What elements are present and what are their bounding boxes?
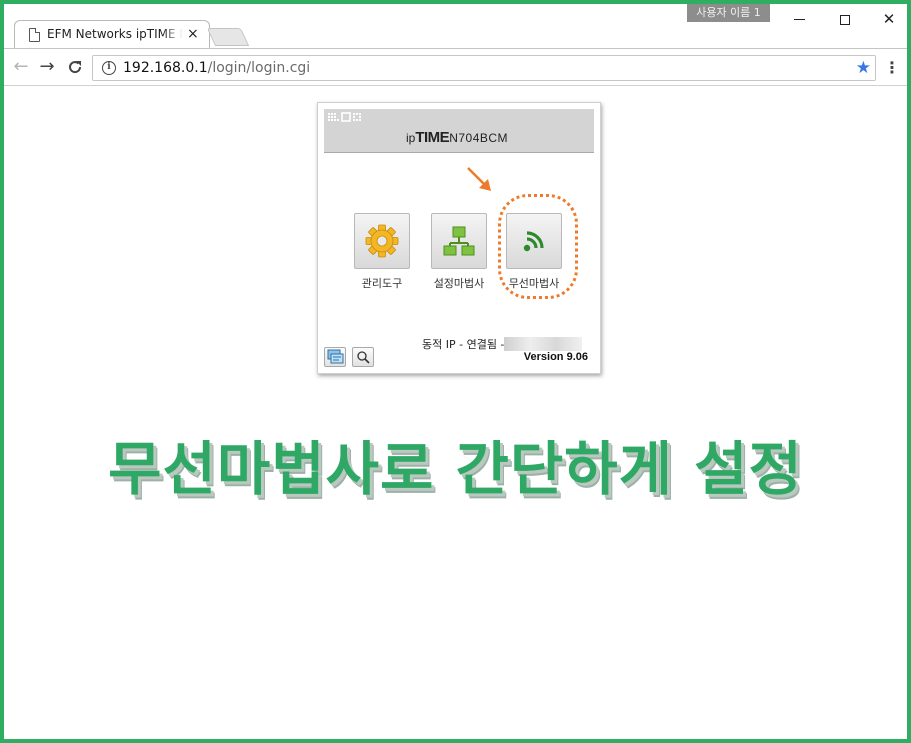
- url-text: 192.168.0.1/login/login.cgi: [123, 60, 310, 76]
- forward-button[interactable]: →: [36, 56, 58, 78]
- browser-tabstrip: EFM Networks ipTIME N704BCM × 사용자 이름 1 ✕: [4, 4, 907, 49]
- gear-icon: [365, 224, 399, 258]
- search-icon: [357, 351, 370, 364]
- router-logo-icon: [328, 112, 361, 122]
- network-icon: [443, 226, 475, 256]
- url-path: /login/login.cgi: [207, 60, 311, 76]
- chat-icon: [327, 349, 344, 364]
- browser-toolbar: ← → i 192.168.0.1/login/login.cgi ★ ⋮: [4, 48, 907, 86]
- browser-menu-button[interactable]: ⋮: [884, 58, 900, 78]
- tab-title: EFM Networks ipTIME N704BCM: [47, 27, 183, 41]
- firmware-version: Version 9.06: [523, 351, 588, 363]
- connection-status: 동적 IP - 연결됨 -: [422, 336, 583, 352]
- setup-wizard-button[interactable]: [431, 213, 487, 269]
- minimize-icon: [793, 19, 805, 20]
- pointer-arrow-icon: [467, 167, 491, 191]
- brand-model: N704BCM: [449, 131, 509, 145]
- tab-close-icon[interactable]: ×: [187, 25, 199, 43]
- back-button[interactable]: ←: [10, 56, 32, 78]
- headline-text: 무선마법사로 간단하게 설정: [107, 434, 803, 504]
- search-button[interactable]: [352, 347, 374, 367]
- reload-icon: [69, 61, 82, 74]
- router-banner: ipTIMEN704BCM: [324, 109, 594, 153]
- connection-status-text: 동적 IP - 연결됨 -: [422, 338, 505, 351]
- screenshot-frame: EFM Networks ipTIME N704BCM × 사용자 이름 1 ✕…: [0, 0, 911, 743]
- new-tab-button[interactable]: [206, 28, 250, 46]
- document-icon: [29, 28, 40, 42]
- url-host: 192.168.0.1: [123, 60, 208, 76]
- setup-wizard-label[interactable]: 설정마법사: [419, 275, 499, 291]
- bookmark-star-icon[interactable]: ★: [856, 58, 871, 78]
- window-close-button[interactable]: ✕: [867, 6, 911, 32]
- admin-tools-label[interactable]: 관리도구: [342, 275, 422, 291]
- brand-name: TIME: [415, 129, 450, 146]
- highlight-circle: [498, 194, 578, 299]
- address-bar[interactable]: i 192.168.0.1/login/login.cgi ★: [92, 55, 876, 81]
- profile-button[interactable]: 사용자 이름 1: [687, 4, 770, 22]
- admin-tools-button[interactable]: [354, 213, 410, 269]
- reload-button[interactable]: [64, 56, 86, 78]
- browser-tab[interactable]: EFM Networks ipTIME N704BCM ×: [14, 20, 210, 49]
- router-login-panel: ipTIMEN704BCM 관리도구 설정마법사 무선마법사 동적 IP - 연…: [317, 102, 601, 374]
- redacted-ip: [504, 337, 583, 351]
- info-icon[interactable]: i: [102, 61, 116, 75]
- remote-support-button[interactable]: [324, 347, 346, 367]
- headline-caption: 무선마법사로 간단하게 설정: [4, 422, 907, 506]
- router-brand: ipTIMEN704BCM: [406, 129, 508, 146]
- brand-prefix: ip: [406, 131, 416, 145]
- maximize-icon: [840, 14, 850, 25]
- minimize-button[interactable]: [777, 6, 821, 32]
- maximize-button[interactable]: [823, 6, 867, 32]
